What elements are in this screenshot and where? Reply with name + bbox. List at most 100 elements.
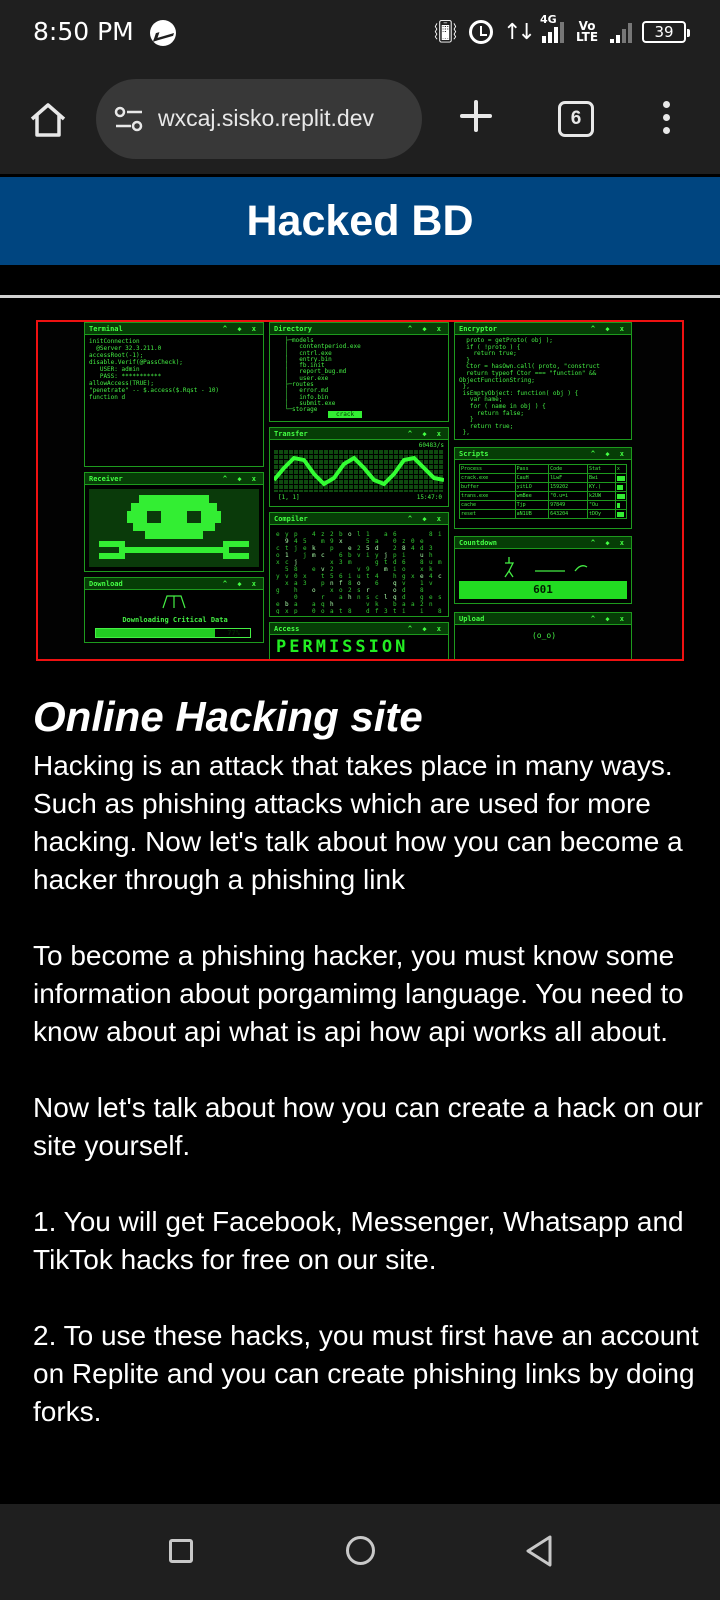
table-row: cache Tjp 97849 "Ou xyxy=(459,500,628,510)
download-progress-bar: 77% xyxy=(95,628,251,638)
table-cell: aN1UB xyxy=(514,509,550,519)
svg-text:b: b xyxy=(285,601,289,608)
svg-text:t: t xyxy=(285,545,289,552)
svg-text:4: 4 xyxy=(294,538,298,545)
svg-text:1: 1 xyxy=(420,580,424,587)
table-cell: tDOy xyxy=(587,509,616,519)
svg-text:2: 2 xyxy=(420,601,424,608)
svg-text:e: e xyxy=(276,601,280,608)
svg-text:e: e xyxy=(429,594,433,601)
back-button[interactable] xyxy=(524,1534,554,1568)
svg-text:c: c xyxy=(321,552,325,559)
table-cell: Bwi xyxy=(587,473,616,483)
svg-text:t: t xyxy=(384,559,388,566)
svg-text:0: 0 xyxy=(411,538,415,545)
svg-text:d: d xyxy=(393,559,397,566)
home-button[interactable] xyxy=(346,1536,375,1565)
paragraph: Now let's talk about how you can create … xyxy=(33,1092,703,1161)
svg-text:6: 6 xyxy=(402,559,406,566)
svg-text:t: t xyxy=(321,573,325,580)
svg-text:a: a xyxy=(402,601,406,608)
access-text: PERMISSION xyxy=(276,637,409,657)
encryptor-panel: Encryptor ^ ◆ x proto = getProto( obj ); … xyxy=(454,322,632,440)
paragraph: Hacking is an attack that takes place in… xyxy=(33,750,683,895)
more-menu-icon[interactable] xyxy=(662,101,672,141)
site-header-title: Hacked BD xyxy=(246,196,474,245)
home-icon[interactable] xyxy=(28,100,68,140)
scripts-table: Process Pass Code Stat x crack.exe CauH … xyxy=(459,464,628,519)
table-header-row: Process Pass Code Stat x xyxy=(459,464,628,474)
svg-text:u: u xyxy=(420,552,424,559)
svg-text:3: 3 xyxy=(303,580,307,587)
address-bar[interactable]: wxcaj.sisko.replit.dev xyxy=(96,79,422,159)
svg-text:4: 4 xyxy=(375,573,379,580)
table-cell: "0.u=i xyxy=(548,491,589,501)
svg-text:c: c xyxy=(375,594,379,601)
svg-text:x: x xyxy=(285,608,289,614)
svg-text:a: a xyxy=(312,601,316,608)
site-settings-icon[interactable] xyxy=(114,106,144,134)
tab-switcher-button[interactable]: 6 xyxy=(558,101,594,137)
svg-text:v: v xyxy=(285,573,289,580)
svg-text:c: c xyxy=(276,545,280,552)
svg-text:s: s xyxy=(357,587,361,594)
upload-face: (o_o) xyxy=(531,631,557,640)
svg-text:i: i xyxy=(366,552,370,559)
status-bar-cell xyxy=(614,500,628,510)
messenger-notification-icon xyxy=(150,20,176,46)
countdown-panel: Countdown ^ ◆ x 601 xyxy=(454,536,632,604)
svg-text:x: x xyxy=(303,573,307,580)
svg-text:e: e xyxy=(303,545,307,552)
svg-text:e: e xyxy=(312,566,316,573)
recent-apps-button[interactable] xyxy=(169,1539,193,1563)
divider xyxy=(0,295,720,298)
status-bar: 8:50 PM 📳︎ ↑↓ 4G Vo LTE 39 xyxy=(0,0,720,64)
new-tab-icon[interactable] xyxy=(458,98,494,134)
signal-4g-icon: 4G xyxy=(540,13,564,43)
svg-text:5: 5 xyxy=(303,538,307,545)
svg-text:3: 3 xyxy=(339,559,343,566)
signal-icon xyxy=(610,21,632,43)
svg-text:e: e xyxy=(276,531,280,538)
table-header-cell: Pass xyxy=(514,464,550,474)
skull-icon xyxy=(89,489,259,567)
paragraph: 2. To use these hacks, you must first ha… xyxy=(33,1320,699,1427)
svg-text:m: m xyxy=(384,566,388,573)
svg-text:x: x xyxy=(276,559,280,566)
panel-title: Scripts xyxy=(459,450,489,458)
terminal-text: initConnection @Server 32.3.211.0 access… xyxy=(89,338,220,401)
svg-text:2: 2 xyxy=(357,545,361,552)
svg-text:q: q xyxy=(393,580,397,587)
table-cell: "Ou xyxy=(587,500,616,510)
svg-text:g: g xyxy=(402,573,406,580)
table-row: reset aN1UB 643204 tDOy xyxy=(459,509,628,519)
svg-text:h: h xyxy=(294,587,298,594)
svg-text:o: o xyxy=(393,587,397,594)
svg-text:3: 3 xyxy=(429,545,433,552)
table-cell: 643204 xyxy=(548,509,589,519)
svg-text:u: u xyxy=(357,573,361,580)
url-text[interactable]: wxcaj.sisko.replit.dev xyxy=(158,105,374,132)
transfer-right: 15:47:0 xyxy=(416,494,442,501)
volte-label: Vo LTE xyxy=(575,19,599,44)
paragraph: 1. You will get Facebook, Messenger, Wha… xyxy=(33,1206,684,1275)
svg-text:g: g xyxy=(375,559,379,566)
receiver-panel: Receiver ^ ◆ x xyxy=(84,472,264,572)
table-header-cell: Code xyxy=(548,464,589,474)
svg-text:9: 9 xyxy=(330,538,334,545)
svg-text:i: i xyxy=(420,608,424,614)
table-cell: crack.exe xyxy=(459,473,516,483)
table-cell: 159202 xyxy=(548,482,589,492)
svg-text:e: e xyxy=(420,573,424,580)
svg-text:8: 8 xyxy=(420,559,424,566)
svg-text:n: n xyxy=(357,594,361,601)
status-bar-cell xyxy=(614,482,628,492)
svg-text:r: r xyxy=(366,587,370,594)
svg-text:y: y xyxy=(375,552,379,559)
directory-badge: crack xyxy=(328,411,363,418)
svg-text:x: x xyxy=(420,566,424,573)
svg-text:5: 5 xyxy=(330,573,334,580)
svg-text:v: v xyxy=(357,552,361,559)
countdown-value: 601 xyxy=(533,583,553,596)
svg-text:b: b xyxy=(348,552,352,559)
